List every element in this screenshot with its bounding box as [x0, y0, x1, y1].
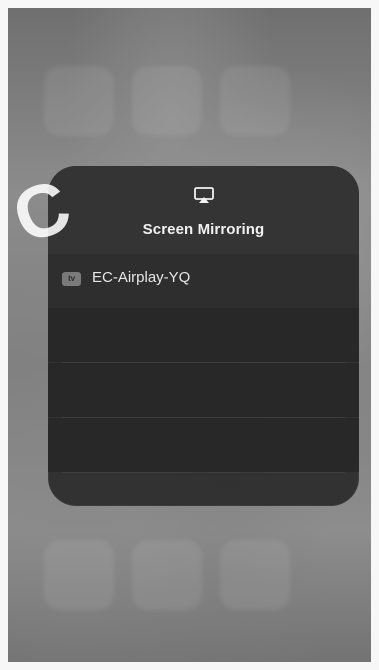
background-blur-tile	[132, 540, 202, 610]
background-blur-tile	[132, 66, 202, 136]
device-row[interactable]: tv EC-Airplay-YQ	[48, 254, 359, 308]
empty-device-slot	[48, 308, 359, 362]
empty-device-slot	[48, 363, 359, 417]
panel-title: Screen Mirroring	[142, 221, 265, 238]
row-divider	[62, 472, 345, 473]
panel-header: Screen Mirroring	[48, 166, 359, 254]
appletv-badge-text: tv	[68, 274, 75, 283]
phone-frame: Screen Mirroring tv EC-Airplay-YQ C	[0, 0, 379, 670]
empty-device-slot	[48, 418, 359, 472]
screen-mirroring-panel: Screen Mirroring tv EC-Airplay-YQ	[48, 166, 359, 506]
appletv-icon: tv	[62, 272, 81, 286]
airplay-icon	[193, 187, 214, 203]
control-center-screen: Screen Mirroring tv EC-Airplay-YQ C	[8, 8, 371, 662]
background-blur-tile	[44, 540, 114, 610]
background-blur-tile	[44, 66, 114, 136]
background-blur-tile	[220, 540, 290, 610]
background-blur-tile	[220, 66, 290, 136]
device-label: EC-Airplay-YQ	[92, 269, 191, 286]
